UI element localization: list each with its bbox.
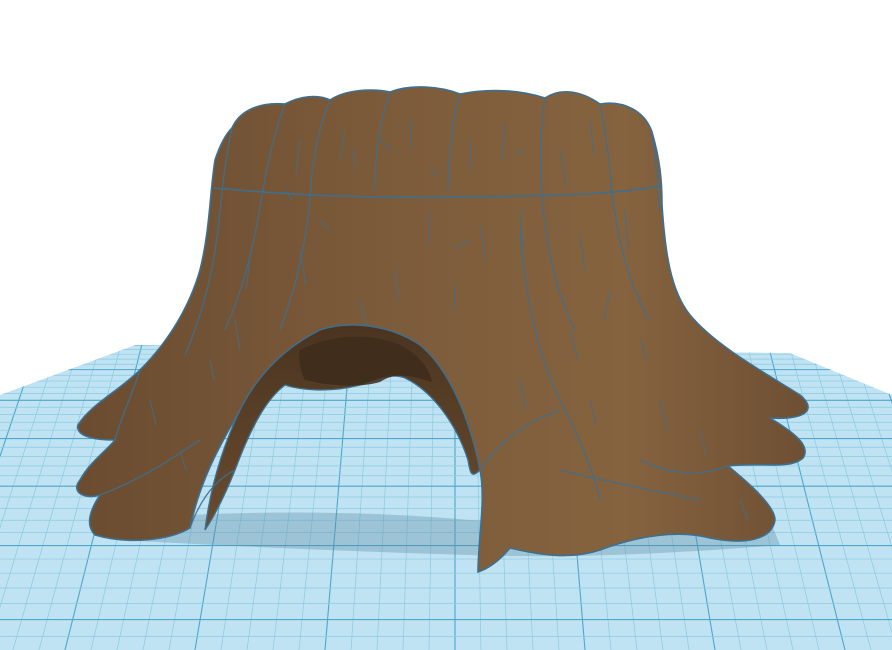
3d-viewport[interactable] (0, 0, 892, 650)
3d-scene[interactable] (0, 0, 892, 650)
